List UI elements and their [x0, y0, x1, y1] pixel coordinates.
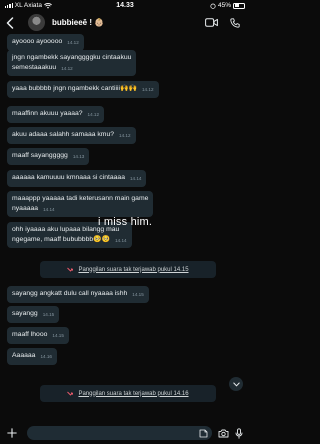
- microphone-icon[interactable]: [235, 427, 243, 439]
- message-bubble[interactable]: sayangg angkatt dulu call nyaaaa ishh 14.…: [7, 286, 149, 303]
- message-text: ohh iyaaaa aku lupaaa bilangg mau ngegam…: [12, 226, 120, 243]
- message-time: 14.14: [43, 206, 55, 212]
- missed-call-icon: [67, 267, 74, 272]
- message-time: 14.13: [72, 154, 85, 159]
- message-time: 14.16: [40, 354, 52, 359]
- message-text: ayoooo ayooooo: [12, 38, 63, 45]
- overlay-caption: i miss him.: [98, 216, 153, 228]
- message-input-container[interactable]: [27, 426, 212, 440]
- message-text: sayangg: [12, 310, 38, 317]
- message-time: 14.15: [42, 312, 55, 317]
- message-time: 14.12: [142, 87, 154, 92]
- message-text: maaappp yaaaaa tadi keterusann main game…: [12, 195, 149, 212]
- camera-icon[interactable]: [218, 429, 229, 438]
- message-bubble[interactable]: Aaaaaa 14.16: [7, 348, 57, 365]
- back-button[interactable]: [6, 16, 18, 30]
- message-text: maaff sayanggggg: [12, 152, 68, 159]
- missed-call-text: Panggilan suara tak terjawab pukul 14.16: [78, 390, 189, 397]
- scroll-down-button[interactable]: [229, 377, 243, 391]
- phone-icon[interactable]: [230, 17, 240, 28]
- contact-name[interactable]: bubbieeē ! 👶🏼: [52, 18, 104, 27]
- message-bubble[interactable]: ayoooo ayooooo 14.12: [7, 34, 84, 51]
- message-time: 14.12: [61, 65, 73, 71]
- message-text: sayangg angkatt dulu call nyaaaa ishh: [12, 290, 128, 297]
- message-text: maaff lhooo: [12, 331, 48, 338]
- chat-header: bubbieeē ! 👶🏼: [0, 11, 250, 34]
- message-time: 14.12: [67, 40, 79, 45]
- message-text: akuu adaaa salahh samaaa kmu?: [12, 131, 115, 138]
- message-text: Aaaaaa: [12, 352, 36, 359]
- message-time: 14.12: [87, 112, 100, 117]
- chevron-down-icon: [232, 382, 240, 387]
- message-text: yaaa bubbbb jngn ngambekk cantiiii🙌🙌: [12, 85, 137, 92]
- video-camera-icon[interactable]: [205, 18, 218, 27]
- message-time: 14.14: [129, 176, 142, 181]
- message-bubble[interactable]: jngn ngambekk sayanggggku cintaakuu seme…: [7, 50, 137, 76]
- message-input[interactable]: [27, 429, 199, 437]
- message-time: 14.12: [119, 133, 131, 138]
- avatar[interactable]: [28, 14, 45, 31]
- missed-call-notice[interactable]: Panggilan suara tak terjawab pukul 14.15: [40, 261, 216, 278]
- message-bubble[interactable]: sayangg 14.15: [7, 306, 60, 323]
- clock: 14.33: [116, 2, 134, 9]
- message-bubble[interactable]: maaff sayanggggg 14.13: [7, 148, 90, 165]
- message-bubble[interactable]: maaappp yaaaaa tadi keterusann main game…: [7, 191, 154, 217]
- message-bubble[interactable]: maaffinn akuuu yaaaa? 14.12: [7, 106, 105, 123]
- message-time: 14.14: [115, 237, 127, 243]
- message-bubble[interactable]: maaff lhooo 14.15: [7, 327, 69, 344]
- chevron-left-icon: [6, 16, 14, 29]
- message-text: maaffinn akuuu yaaaa?: [12, 110, 83, 117]
- input-bar: [0, 422, 250, 444]
- status-bar: XL Axiata 14.33 45%: [0, 0, 250, 11]
- sticker-icon[interactable]: [199, 429, 208, 438]
- plus-icon[interactable]: [7, 428, 17, 438]
- message-bubble[interactable]: yaaa bubbbb jngn ngambekk cantiiii🙌🙌 14.1…: [7, 81, 159, 98]
- message-bubble[interactable]: akuu adaaa salahh samaaa kmu? 14.12: [7, 127, 136, 144]
- message-time: 14.15: [132, 292, 144, 297]
- missed-call-text: Panggilan suara tak terjawab pukul 14.15: [78, 266, 189, 273]
- chat-area[interactable]: ayoooo ayooooo 14.12 jngn ngambekk sayang…: [0, 34, 250, 422]
- header-actions: [205, 17, 240, 28]
- message-text: aaaaaa kamuuuu kmnaaa si cintaaaa: [12, 174, 125, 181]
- message-time: 14.15: [52, 333, 64, 338]
- missed-call-icon: [67, 391, 74, 396]
- missed-call-notice[interactable]: Panggilan suara tak terjawab pukul 14.16: [40, 385, 216, 402]
- message-bubble[interactable]: aaaaaa kamuuuu kmnaaa si cintaaaa 14.14: [7, 170, 147, 187]
